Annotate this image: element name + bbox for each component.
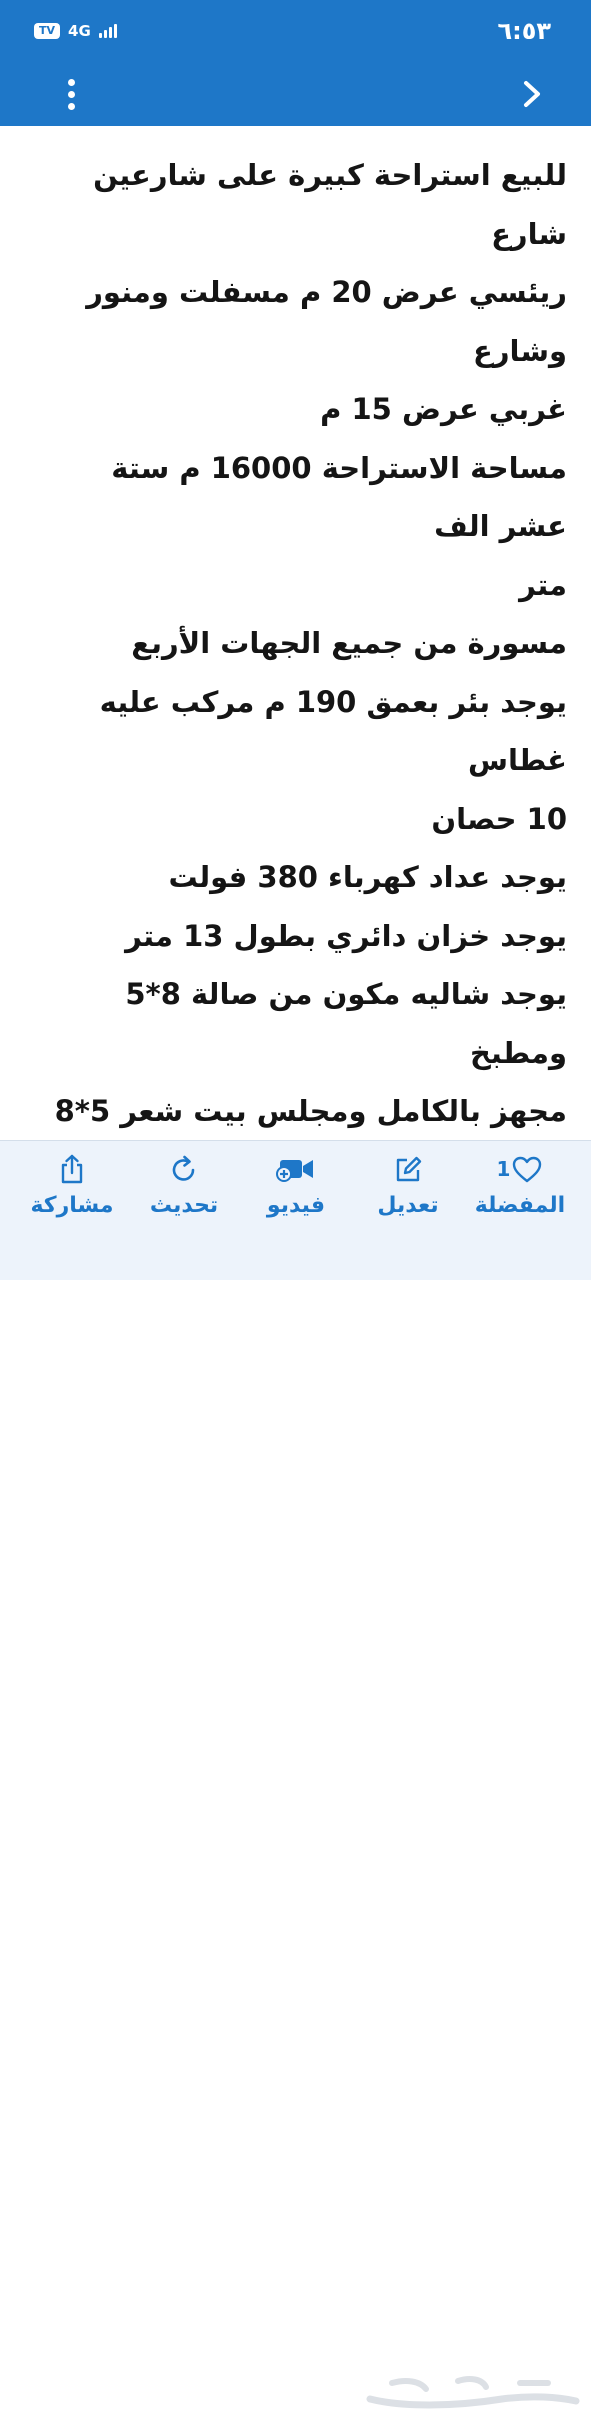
share-button[interactable]: مشاركة xyxy=(22,1151,122,1218)
refresh-button[interactable]: تحديث xyxy=(134,1151,234,1218)
post-body-text: للبيع استراحة كبيرة على شارعين شارع ريئس… xyxy=(54,158,567,1128)
chevron-right-icon[interactable] xyxy=(517,79,547,109)
edit-button[interactable]: تعديل xyxy=(358,1151,458,1218)
app-header: TV 4G ٦:٥٣ xyxy=(0,0,591,126)
bottom-toolbar: مشاركة تحديث فيديو تعديل 1 المفضلة xyxy=(0,1140,591,2409)
edit-label: تعديل xyxy=(377,1193,439,1218)
toolbar-actions: مشاركة تحديث فيديو تعديل 1 المفضلة xyxy=(22,1151,570,1241)
status-indicators: TV 4G xyxy=(34,22,117,40)
favorites-icon-group: 1 xyxy=(497,1151,544,1187)
video-label: فيديو xyxy=(266,1193,326,1218)
heart-icon xyxy=(513,1156,542,1183)
status-bar: TV 4G ٦:٥٣ xyxy=(0,0,591,62)
refresh-icon xyxy=(169,1151,199,1187)
signal-icon xyxy=(98,24,117,38)
video-button[interactable]: فيديو xyxy=(246,1151,346,1218)
favorites-button[interactable]: 1 المفضلة xyxy=(470,1151,570,1218)
edit-icon xyxy=(393,1151,423,1187)
more-options-icon[interactable] xyxy=(60,75,83,114)
refresh-label: تحديث xyxy=(149,1193,219,1218)
network-type: 4G xyxy=(68,22,91,40)
share-label: مشاركة xyxy=(30,1193,114,1218)
share-icon xyxy=(58,1151,86,1187)
brand-logo-watermark xyxy=(366,2376,580,2409)
tv-badge: TV xyxy=(34,23,61,39)
video-plus-icon xyxy=(275,1151,317,1187)
favorites-label: المفضلة xyxy=(474,1193,566,1218)
post-content[interactable]: للبيع استراحة كبيرة على شارعين شارع ريئس… xyxy=(0,126,591,1140)
favorites-count: 1 xyxy=(496,1157,511,1181)
status-time: ٦:٥٣ xyxy=(497,17,551,45)
nav-bar xyxy=(0,62,591,126)
